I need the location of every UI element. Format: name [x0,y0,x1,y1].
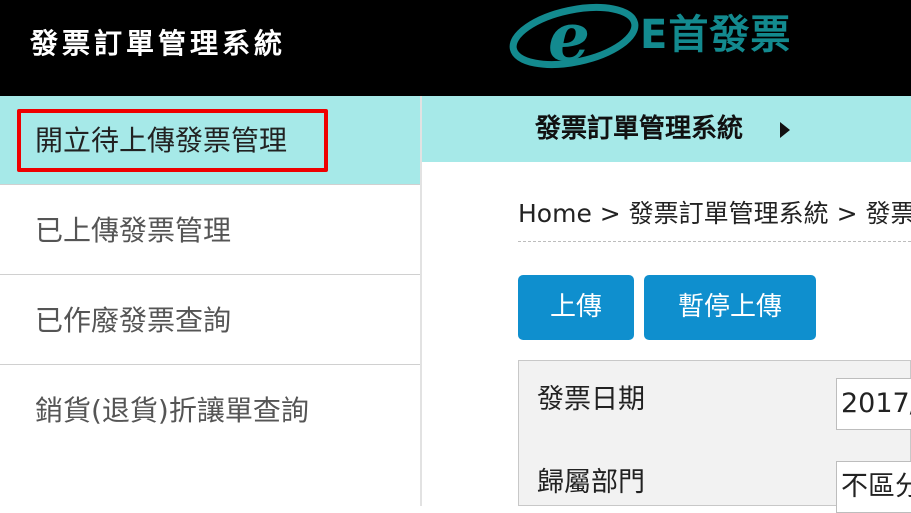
sidebar-item-uploaded-invoices[interactable]: 已上傳發票管理 [0,186,420,275]
invoice-date-input[interactable]: 2017/ [836,378,911,430]
sidebar-item-pending-invoices[interactable]: 開立待上傳發票管理 [0,96,420,185]
breadcrumb-divider [518,241,911,242]
sidebar-item-label: 銷貨(退貨)折讓單查詢 [35,394,309,427]
sidebar-item-voided-invoices[interactable]: 已作廢發票查詢 [0,276,420,365]
sidebar-item-label: 已上傳發票管理 [35,214,232,247]
sidebar-nav: 開立待上傳發票管理 已上傳發票管理 已作廢發票查詢 銷貨(退貨)折讓單查詢 [0,96,420,506]
logo-text: E首發票 [640,12,792,58]
invoice-date-label: 發票日期 [537,384,645,415]
e-logo-icon: e [509,0,639,76]
e-invoice-logo: e E首發票 [508,0,848,76]
upload-button[interactable]: 上傳 [518,275,634,340]
pause-upload-button[interactable]: 暫停上傳 [644,275,816,340]
sidebar-item-label: 已作廢發票查詢 [35,304,232,337]
sidebar-item-label: 開立待上傳發票管理 [35,124,288,157]
app-title: 發票訂單管理系統 [30,27,287,60]
sidebar-item-allowance-query[interactable]: 銷貨(退貨)折讓單查詢 [0,366,420,455]
breadcrumb: Home > 發票訂單管理系統 > 發票 [518,199,911,228]
department-label: 歸屬部門 [537,467,645,498]
content-header: 發票訂單管理系統 [422,96,911,162]
department-select[interactable]: 不區分 [836,461,911,513]
top-header-bar: 發票訂單管理系統 e E首發票 [0,0,911,96]
caret-right-icon [780,122,790,138]
logo-letter: e [548,0,590,70]
content-title: 發票訂單管理系統 [535,114,744,144]
